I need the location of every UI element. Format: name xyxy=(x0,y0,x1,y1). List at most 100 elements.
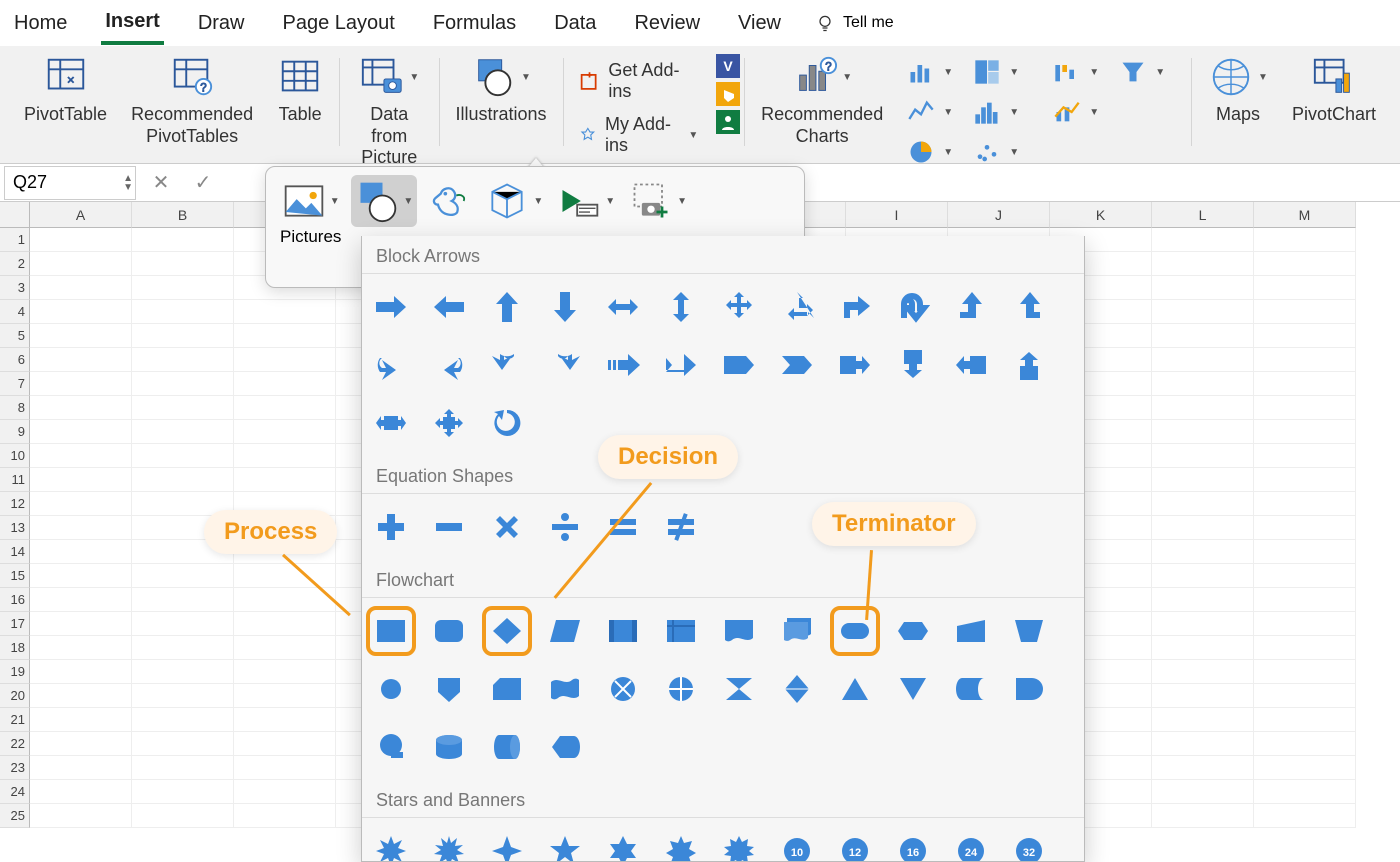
row-header[interactable]: 19 xyxy=(0,660,30,684)
cell[interactable] xyxy=(30,444,132,468)
row-header[interactable]: 8 xyxy=(0,396,30,420)
flowchart-merge[interactable] xyxy=(894,670,932,708)
row-header[interactable]: 20 xyxy=(0,684,30,708)
flowchart-delay[interactable] xyxy=(1010,670,1048,708)
explosion-1[interactable] xyxy=(372,832,410,862)
arrow-callout-down[interactable] xyxy=(894,346,932,384)
flowchart-predefined-process[interactable] xyxy=(604,612,642,650)
cell[interactable] xyxy=(30,684,132,708)
cell[interactable] xyxy=(30,324,132,348)
flowchart-terminator[interactable] xyxy=(836,612,874,650)
row-header[interactable]: 15 xyxy=(0,564,30,588)
cell[interactable] xyxy=(30,468,132,492)
row-header[interactable]: 18 xyxy=(0,636,30,660)
flowchart-sequential-access[interactable] xyxy=(372,728,410,766)
cell[interactable] xyxy=(234,708,336,732)
cell[interactable] xyxy=(1152,612,1254,636)
cell[interactable] xyxy=(234,636,336,660)
cell[interactable] xyxy=(234,372,336,396)
not-equal-shape[interactable] xyxy=(662,508,700,546)
row-header[interactable]: 25 xyxy=(0,804,30,828)
cell[interactable] xyxy=(30,612,132,636)
row-header[interactable]: 13 xyxy=(0,516,30,540)
arrow-callout-left-right[interactable] xyxy=(372,404,410,442)
cell[interactable] xyxy=(1254,540,1356,564)
cell[interactable] xyxy=(1152,636,1254,660)
flowchart-manual-operation[interactable] xyxy=(1010,612,1048,650)
arrow-uturn-right[interactable] xyxy=(894,288,932,326)
cell[interactable] xyxy=(132,780,234,804)
cell[interactable] xyxy=(30,396,132,420)
column-header[interactable]: L xyxy=(1152,202,1254,228)
column-header[interactable]: K xyxy=(1050,202,1152,228)
cell[interactable] xyxy=(1254,612,1356,636)
cell[interactable] xyxy=(1152,516,1254,540)
cell[interactable] xyxy=(1254,396,1356,420)
cell[interactable] xyxy=(1254,300,1356,324)
flowchart-connector[interactable] xyxy=(372,670,410,708)
namebox-stepper[interactable]: ▲▼ xyxy=(123,174,133,192)
cell[interactable] xyxy=(1152,540,1254,564)
cell[interactable] xyxy=(234,348,336,372)
arrow-callout-quad[interactable] xyxy=(430,404,468,442)
row-header[interactable]: 23 xyxy=(0,756,30,780)
star-7[interactable] xyxy=(662,832,700,862)
cell[interactable] xyxy=(1254,804,1356,828)
pivotchart-button[interactable]: PivotChart xyxy=(1292,54,1376,126)
arrow-left-up[interactable] xyxy=(952,288,990,326)
row-header[interactable]: 17 xyxy=(0,612,30,636)
cell[interactable] xyxy=(1152,444,1254,468)
tell-me[interactable]: Tell me xyxy=(815,13,894,33)
cell[interactable] xyxy=(30,276,132,300)
flowchart-alternate-process[interactable] xyxy=(430,612,468,650)
cell[interactable] xyxy=(1254,588,1356,612)
row-header[interactable]: 2 xyxy=(0,252,30,276)
tab-insert[interactable]: Insert xyxy=(101,2,163,45)
combo-chart-button[interactable]: ▼ xyxy=(1053,94,1109,130)
cell[interactable] xyxy=(132,324,234,348)
arrow-notched-right[interactable] xyxy=(662,346,700,384)
recommended-pivottables-button[interactable]: ? Recommended PivotTables xyxy=(131,54,253,147)
cell[interactable] xyxy=(234,684,336,708)
pivottable-button[interactable]: PivotTable xyxy=(24,54,107,126)
cell[interactable] xyxy=(132,660,234,684)
cell[interactable] xyxy=(1152,684,1254,708)
screenshot-button[interactable]: ▼ xyxy=(625,175,691,227)
cell[interactable] xyxy=(1152,660,1254,684)
row-header[interactable]: 1 xyxy=(0,228,30,252)
cell[interactable] xyxy=(132,348,234,372)
arrow-chevron[interactable] xyxy=(778,346,816,384)
column-header[interactable]: B xyxy=(132,202,234,228)
row-header[interactable]: 7 xyxy=(0,372,30,396)
row-header[interactable]: 22 xyxy=(0,732,30,756)
cell[interactable] xyxy=(1254,780,1356,804)
flowchart-multidocument[interactable] xyxy=(778,612,816,650)
cell[interactable] xyxy=(234,564,336,588)
cell[interactable] xyxy=(1152,300,1254,324)
smartart-button[interactable]: ▼ xyxy=(553,175,619,227)
row-header[interactable]: 24 xyxy=(0,780,30,804)
flowchart-decision[interactable] xyxy=(488,612,526,650)
arrow-curved-down[interactable] xyxy=(546,346,584,384)
cell[interactable] xyxy=(1254,252,1356,276)
cell[interactable] xyxy=(1254,732,1356,756)
cancel-formula-button[interactable]: ✕ xyxy=(146,168,176,198)
flowchart-collate[interactable] xyxy=(720,670,758,708)
star-6[interactable] xyxy=(604,832,642,862)
cell[interactable] xyxy=(1152,804,1254,828)
hierarchy-chart-button[interactable]: ▼ xyxy=(973,54,1029,90)
column-chart-button[interactable]: ▼ xyxy=(907,54,963,90)
illustrations-button[interactable]: ▼ Illustrations xyxy=(455,54,546,126)
tab-formulas[interactable]: Formulas xyxy=(429,4,520,43)
minus-shape[interactable] xyxy=(430,508,468,546)
cell[interactable] xyxy=(30,300,132,324)
arrow-left-right-up[interactable] xyxy=(778,288,816,326)
maps-button[interactable]: ▼ Maps xyxy=(1208,54,1268,126)
row-header[interactable]: 11 xyxy=(0,468,30,492)
cell[interactable] xyxy=(30,564,132,588)
pictures-button[interactable]: ▼ Pictures xyxy=(276,175,345,251)
scatter-chart-button[interactable]: ▼ xyxy=(973,134,1029,170)
arrow-right[interactable] xyxy=(372,288,410,326)
star-5[interactable] xyxy=(546,832,584,862)
arrow-quad[interactable] xyxy=(720,288,758,326)
